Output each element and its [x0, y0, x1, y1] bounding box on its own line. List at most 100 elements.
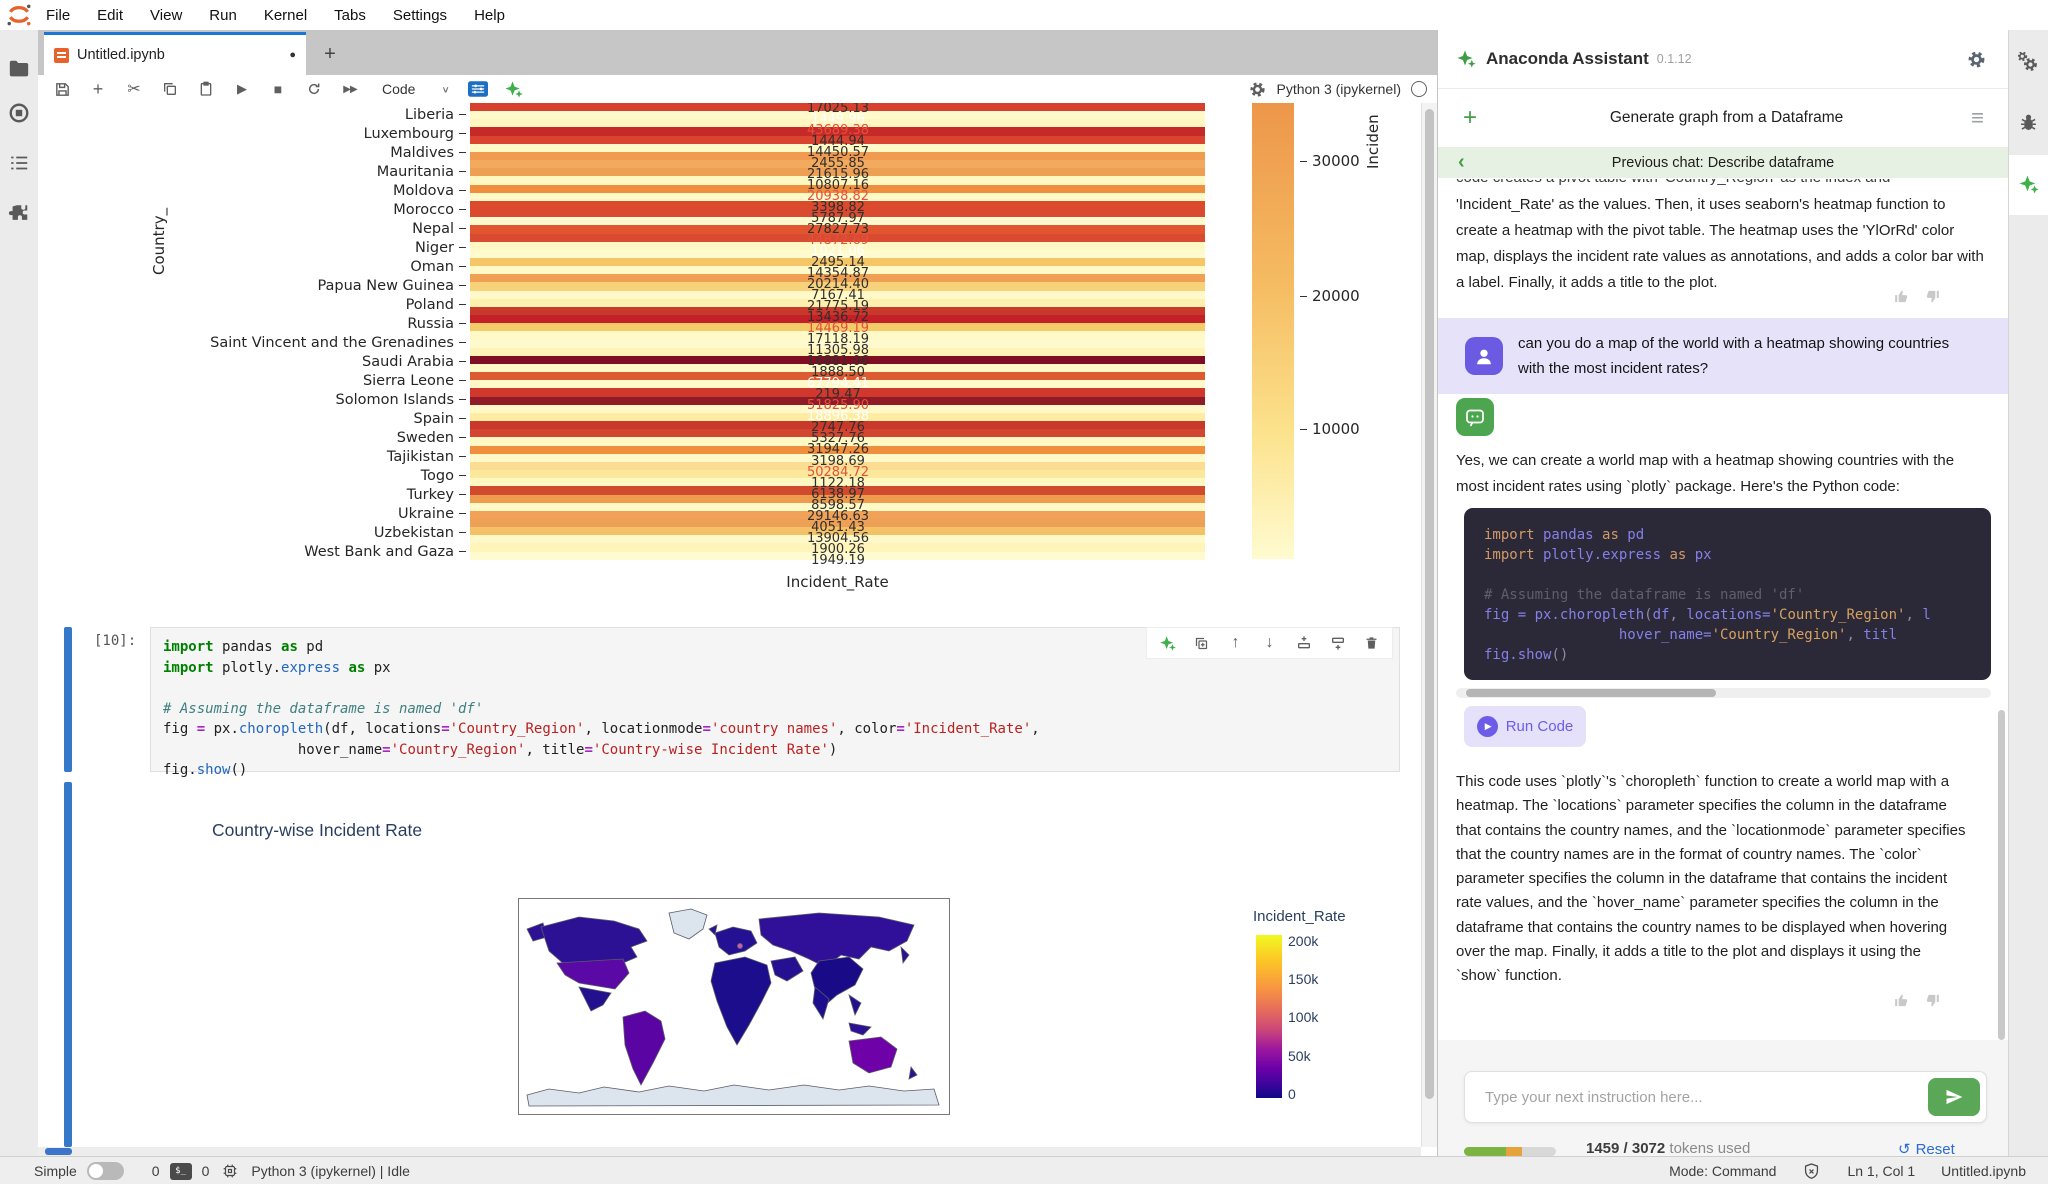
menu-item[interactable]: Tabs — [334, 7, 366, 24]
thumbs-up-icon[interactable] — [1893, 288, 1910, 305]
assistant-input-zone: 1459 / 3072 tokens used ↺Reset — [1438, 1040, 2009, 1158]
menu-item[interactable]: Settings — [393, 7, 447, 24]
previous-chat-label: Previous chat: Describe dataframe — [1611, 154, 1835, 171]
insert-cell-above-button[interactable] — [1295, 635, 1312, 652]
cell-hover-toolbar: ↑ ↓ — [1146, 627, 1393, 659]
restart-run-all-button[interactable]: ▶▶ — [340, 79, 360, 99]
new-launcher-button[interactable]: + — [316, 40, 344, 68]
notebook-horizontal-scrollbar[interactable] — [38, 1147, 1421, 1156]
menu-item[interactable]: File — [46, 7, 70, 24]
thumbs-up-icon[interactable] — [1893, 992, 1910, 1009]
run-cell-button[interactable]: ▶ — [232, 79, 252, 99]
thumbs-down-icon[interactable] — [1924, 288, 1941, 305]
new-chat-button[interactable]: + — [1458, 104, 1482, 132]
debugger-bug-icon[interactable] — [2018, 112, 2039, 133]
map-colorbar-tick: 100k — [1288, 1009, 1319, 1025]
kernel-name[interactable]: Python 3 (ipykernel) — [1276, 81, 1401, 97]
extensions-puzzle-icon[interactable] — [8, 202, 30, 224]
chat-bot-icon — [1466, 409, 1484, 427]
scrollbar-thumb[interactable] — [1425, 109, 1434, 1099]
mode-indicator[interactable]: Mode: Command — [1669, 1163, 1776, 1179]
anaconda-assistant-panel: Anaconda Assistant 0.1.12 + Generate gra… — [1437, 30, 2009, 1158]
assistant-bot-icon — [1456, 398, 1494, 436]
cell-collapser[interactable] — [64, 627, 72, 772]
save-button[interactable] — [52, 79, 72, 99]
cut-cells-button[interactable]: ✂ — [124, 79, 144, 99]
cell-execution-prompt: [10]: — [94, 633, 137, 649]
code-horizontal-scrollbar[interactable] — [1456, 688, 1991, 698]
status-bar: Simple 0 $_ 0 Python 3 (ipykernel) | Idl… — [0, 1156, 2048, 1184]
assistant-tab-sparkle-icon[interactable] — [2018, 174, 2039, 195]
assistant-code-block[interactable]: import pandas as pd import plotly.express… — [1464, 508, 1991, 680]
user-message-bubble: can you do a map of the world with a hea… — [1438, 318, 2009, 394]
assistant-title: Anaconda Assistant — [1486, 49, 1649, 68]
notebook-scroll-area[interactable]: Country_ Liberia Luxembourg Maldives Mau… — [38, 103, 1421, 1147]
heatmap-category-label: Liberia — [170, 105, 466, 124]
insert-cell-below-button[interactable] — [1329, 635, 1346, 652]
map-colorbar — [1256, 935, 1282, 1098]
heatmap-category-label: Saint Vincent and the Grenadines — [170, 333, 466, 352]
scrollbar-thumb[interactable] — [45, 1148, 72, 1155]
token-usage-bar — [1464, 1147, 1556, 1156]
interrupt-kernel-button[interactable]: ■ — [268, 79, 288, 99]
filters-button[interactable] — [467, 79, 488, 99]
previous-chat-banner[interactable]: ‹ Previous chat: Describe dataframe — [1438, 147, 2008, 178]
unsaved-dot-icon[interactable]: ● — [289, 49, 296, 61]
hamburger-menu-icon[interactable]: ≡ — [1971, 105, 1984, 131]
run-code-button[interactable]: ▶ Run Code — [1464, 706, 1586, 747]
heatmap-colorbar — [1252, 103, 1294, 559]
copy-cells-button[interactable] — [160, 79, 180, 99]
notebook-vertical-scrollbar[interactable] — [1421, 103, 1438, 1147]
simple-mode-toggle[interactable] — [86, 1162, 124, 1180]
assistant-subheader: + Generate graph from a Dataframe ≡ — [1438, 88, 2008, 148]
scrollbar-thumb[interactable] — [1998, 710, 2005, 1040]
feedback-buttons — [1893, 992, 1941, 1009]
kernel-status[interactable]: Python 3 (ipykernel) | Idle — [251, 1163, 410, 1179]
heatmap-category-label: Togo — [170, 466, 466, 485]
output-collapser[interactable] — [64, 782, 72, 1147]
delete-cell-button[interactable] — [1363, 635, 1380, 652]
main-menu-bar: File Edit View Run Kernel Tabs Settings Help — [0, 0, 2048, 30]
active-filename: Untitled.ipynb — [1941, 1163, 2026, 1179]
property-inspector-gears-icon[interactable] — [2018, 52, 2040, 74]
file-browser-icon[interactable] — [8, 58, 30, 80]
move-cell-up-button[interactable]: ↑ — [1227, 634, 1244, 652]
heatmap-category-label: Morocco — [170, 200, 466, 219]
assistant-settings-gear-icon[interactable] — [1967, 50, 1986, 69]
menu-item[interactable]: Run — [209, 7, 237, 24]
assistant-sparkle-button[interactable] — [504, 79, 524, 99]
world-choropleth-map[interactable] — [518, 898, 950, 1115]
heatmap-category-label: Turkey — [170, 485, 466, 504]
left-activity-sidebar — [0, 30, 39, 1156]
scrollbar-thumb[interactable] — [1466, 689, 1716, 697]
paste-cells-button[interactable] — [196, 79, 216, 99]
kernels-count[interactable]: 0 — [202, 1163, 210, 1179]
map-colorbar-tick: 200k — [1288, 933, 1319, 949]
menu-item[interactable]: Help — [474, 7, 505, 24]
kernel-settings-gear-icon[interactable] — [1249, 81, 1266, 98]
menu-item[interactable]: Kernel — [264, 7, 307, 24]
restart-kernel-button[interactable] — [304, 79, 324, 99]
menu-item[interactable]: Edit — [97, 7, 123, 24]
cell-ai-sparkle-button[interactable] — [1159, 635, 1176, 652]
send-button[interactable] — [1928, 1078, 1980, 1116]
chat-vertical-scrollbar[interactable] — [1998, 180, 2006, 1040]
menu-item[interactable]: View — [150, 7, 182, 24]
thumbs-down-icon[interactable] — [1924, 992, 1941, 1009]
cursor-position[interactable]: Ln 1, Col 1 — [1847, 1163, 1915, 1179]
back-chevron-icon[interactable]: ‹ — [1458, 151, 1474, 174]
colorbar-tick: 20000 — [1300, 287, 1360, 305]
running-kernels-icon[interactable] — [8, 102, 30, 124]
heatmap-category-label: Mauritania — [170, 162, 466, 181]
insert-cell-button[interactable]: + — [88, 79, 108, 99]
instruction-input[interactable] — [1483, 1087, 1928, 1107]
move-cell-down-button[interactable]: ↓ — [1261, 634, 1278, 652]
table-of-contents-icon[interactable] — [8, 152, 30, 174]
heatmap-category-label: Tajikistan — [170, 447, 466, 466]
terminals-count[interactable]: 0 — [152, 1163, 160, 1179]
cell-type-dropdown[interactable]: Code — [382, 81, 415, 97]
paper-plane-icon — [1946, 1089, 1963, 1105]
kernel-chip-icon — [224, 1164, 237, 1178]
duplicate-cell-button[interactable] — [1193, 635, 1210, 652]
notebook-tab[interactable]: Untitled.ipynb ● — [44, 32, 306, 75]
